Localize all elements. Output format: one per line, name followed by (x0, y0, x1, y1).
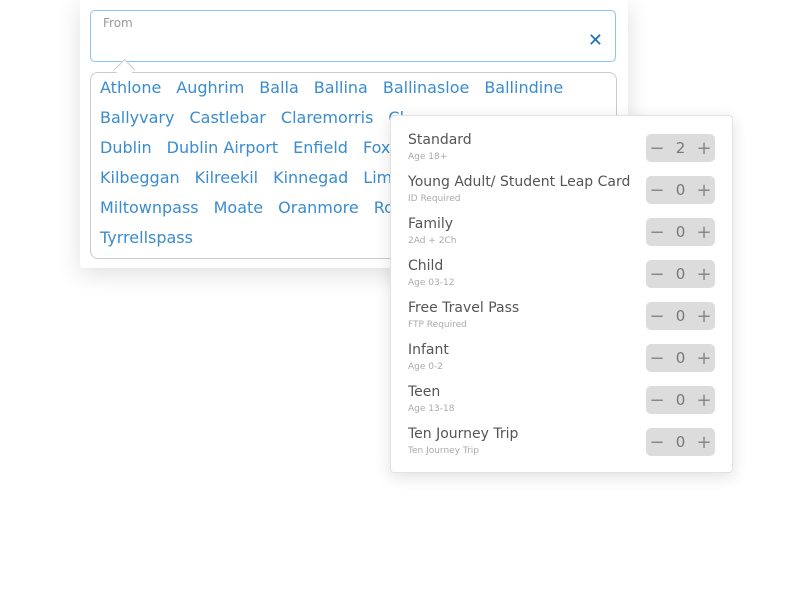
plus-icon[interactable]: + (693, 264, 715, 285)
passenger-type-note: Age 03-12 (408, 278, 455, 288)
station-row: Miltownpass Moate Oranmore Ro (100, 198, 409, 217)
passenger-type-label: Infant (408, 342, 449, 358)
quantity-value: 0 (675, 433, 686, 451)
quantity-stepper: − 0 + (646, 176, 715, 204)
quantity-stepper: − 0 + (646, 344, 715, 372)
station-option[interactable]: Kilreekil (195, 168, 258, 187)
passenger-type-note: Age 18+ (408, 152, 448, 162)
close-icon[interactable]: ✕ (588, 31, 603, 51)
plus-icon[interactable]: + (693, 180, 715, 201)
from-input[interactable] (103, 35, 577, 59)
quantity-value: 0 (675, 349, 686, 367)
plus-icon[interactable]: + (693, 390, 715, 411)
minus-icon[interactable]: − (646, 264, 668, 285)
station-option[interactable]: Ballina (314, 78, 368, 97)
from-field[interactable]: From ✕ (90, 10, 616, 62)
quantity-value: 2 (675, 139, 686, 157)
passenger-row: Ten Journey Trip Ten Journey Trip − 0 + (408, 426, 715, 462)
minus-icon[interactable]: − (646, 348, 668, 369)
passenger-type-label: Child (408, 258, 444, 274)
minus-icon[interactable]: − (646, 432, 668, 453)
station-option[interactable]: Dublin (100, 138, 152, 157)
quantity-stepper: − 0 + (646, 260, 715, 288)
passenger-type-label: Free Travel Pass (408, 300, 520, 316)
passenger-type-note: Age 0-2 (408, 362, 443, 372)
station-option[interactable]: Ballinasloe (383, 78, 469, 97)
plus-icon[interactable]: + (693, 432, 715, 453)
station-row: Kilbeggan Kilreekil Kinnegad Lime (100, 168, 417, 187)
station-option[interactable]: Kilbeggan (100, 168, 180, 187)
quantity-value: 0 (675, 391, 686, 409)
plus-icon[interactable]: + (693, 138, 715, 159)
minus-icon[interactable]: − (646, 306, 668, 327)
plus-icon[interactable]: + (693, 348, 715, 369)
station-row: Dublin Dublin Airport Enfield Foxf (100, 138, 411, 157)
passenger-type-label: Family (408, 216, 454, 232)
station-option[interactable]: Miltownpass (100, 198, 199, 217)
passenger-row: Young Adult/ Student Leap Card ID Requir… (408, 174, 715, 210)
passenger-type-note: 2Ad + 2Ch (408, 236, 457, 246)
passenger-row: Child Age 03-12 − 0 + (408, 258, 715, 294)
station-option[interactable]: Tyrrellspass (100, 228, 193, 247)
station-option[interactable]: Kinnegad (273, 168, 348, 187)
passenger-type-note: Ten Journey Trip (408, 446, 479, 456)
station-option[interactable]: Moate (214, 198, 264, 217)
quantity-value: 0 (675, 223, 686, 241)
station-option[interactable]: Enfield (293, 138, 348, 157)
station-row: Athlone Aughrim Balla Ballina Ballinasloe Bal… (100, 78, 578, 97)
passenger-type-label: Standard (408, 132, 472, 148)
plus-icon[interactable]: + (693, 222, 715, 243)
minus-icon[interactable]: − (646, 138, 668, 159)
passenger-row: Family 2Ad + 2Ch − 0 + (408, 216, 715, 252)
quantity-value: 0 (675, 307, 686, 325)
station-option[interactable]: Aughrim (176, 78, 244, 97)
minus-icon[interactable]: − (646, 390, 668, 411)
station-option[interactable]: Oranmore (278, 198, 359, 217)
passenger-type-label: Young Adult/ Student Leap Card (408, 174, 631, 190)
station-option[interactable]: Ballyvary (100, 108, 174, 127)
station-row: BallyvaryCastlebarClaremorrisCl (100, 108, 419, 127)
station-option[interactable]: Claremorris (281, 108, 374, 127)
passenger-row: Teen Age 13-18 − 0 + (408, 384, 715, 420)
passenger-type-label: Ten Journey Trip (408, 426, 519, 442)
station-option[interactable]: Athlone (100, 78, 161, 97)
passenger-row: Infant Age 0-2 − 0 + (408, 342, 715, 378)
station-option[interactable]: Dublin Airport (167, 138, 279, 157)
passenger-row: Standard Age 18+ − 2 + (408, 132, 715, 168)
quantity-value: 0 (675, 181, 686, 199)
passenger-type-note: ID Required (408, 194, 461, 204)
passenger-type-note: FTP Required (408, 320, 467, 330)
station-option[interactable]: Castlebar (189, 108, 265, 127)
from-label: From (103, 16, 133, 30)
passenger-panel: Standard Age 18+ − 2 + Young Adult/ Stud… (390, 115, 733, 473)
quantity-stepper: − 0 + (646, 218, 715, 246)
passenger-type-note: Age 13-18 (408, 404, 455, 414)
minus-icon[interactable]: − (646, 180, 668, 201)
station-row: Tyrrellspass (100, 228, 208, 247)
quantity-stepper: − 0 + (646, 386, 715, 414)
quantity-stepper: − 0 + (646, 428, 715, 456)
station-option[interactable]: Ballindine (484, 78, 563, 97)
quantity-value: 0 (675, 265, 686, 283)
plus-icon[interactable]: + (693, 306, 715, 327)
minus-icon[interactable]: − (646, 222, 668, 243)
passenger-type-label: Teen (408, 384, 441, 400)
quantity-stepper: − 0 + (646, 302, 715, 330)
passenger-row: Free Travel Pass FTP Required − 0 + (408, 300, 715, 336)
station-option[interactable]: Balla (259, 78, 298, 97)
quantity-stepper: − 2 + (646, 134, 715, 162)
